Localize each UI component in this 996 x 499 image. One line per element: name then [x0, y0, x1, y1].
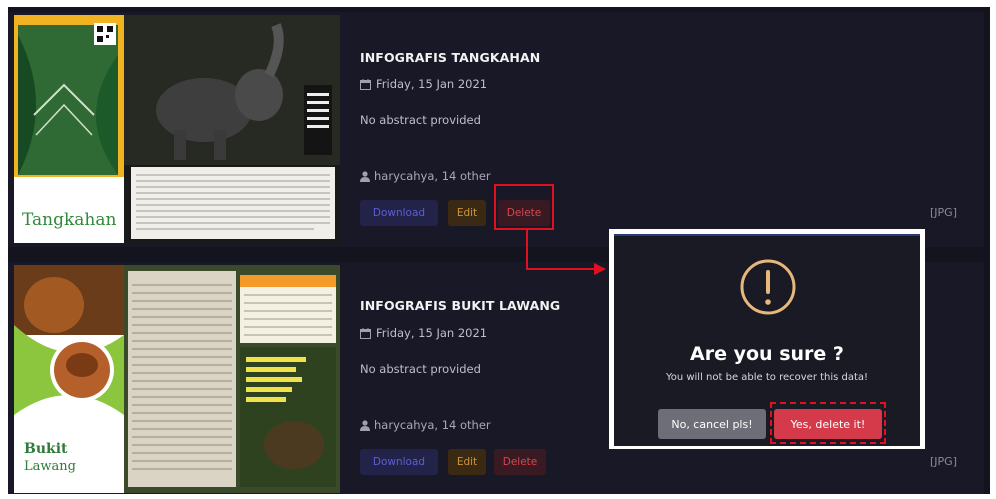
card-abstract: No abstract provided: [360, 113, 481, 127]
annotation-arrow-line: [526, 230, 528, 270]
download-button[interactable]: Download: [360, 200, 438, 226]
arrow-head-icon: [594, 263, 606, 275]
card-abstract: No abstract provided: [360, 362, 481, 376]
thumbnail-logo-text: Lawang: [24, 459, 76, 474]
thumbnail-logo-text: Tangkahan: [22, 210, 117, 230]
card-author-text: harycahya, 14 other: [374, 418, 491, 432]
dialog-title: Are you sure ?: [690, 343, 844, 365]
card-date-text: Friday, 15 Jan 2021: [376, 77, 488, 91]
confirm-dialog-frame: Are you sure ? You will not be able to r…: [609, 229, 925, 449]
calendar-icon: [360, 78, 371, 90]
card-date: Friday, 15 Jan 2021: [360, 326, 487, 340]
card-date: Friday, 15 Jan 2021: [360, 77, 487, 91]
document-thumbnail[interactable]: Bukit Lawang: [14, 265, 340, 493]
card-date-text: Friday, 15 Jan 2021: [376, 326, 488, 340]
confirm-highlight-box: [770, 402, 886, 444]
dialog-message: You will not be able to recover this dat…: [665, 372, 869, 383]
user-icon: [360, 419, 370, 431]
delete-highlight-box: [494, 184, 554, 230]
card-author-text: harycahya, 14 other: [374, 169, 491, 183]
file-type-badge: [JPG]: [930, 206, 957, 219]
file-type-badge: [JPG]: [930, 455, 957, 468]
cancel-button[interactable]: No, cancel pls!: [658, 409, 766, 439]
exclamation-circle-icon: [740, 259, 796, 315]
user-icon: [360, 170, 370, 182]
edit-button[interactable]: Edit: [448, 449, 486, 475]
card-title[interactable]: INFOGRAFIS TANGKAHAN: [360, 50, 540, 65]
delete-button[interactable]: Delete: [494, 449, 546, 475]
download-button[interactable]: Download: [360, 449, 438, 475]
card-title[interactable]: INFOGRAFIS BUKIT LAWANG: [360, 298, 560, 313]
calendar-icon: [360, 327, 371, 339]
card-author: harycahya, 14 other: [360, 418, 491, 432]
edit-button[interactable]: Edit: [448, 200, 486, 226]
confirm-dialog: Are you sure ? You will not be able to r…: [614, 234, 920, 446]
annotation-arrow-line: [526, 268, 596, 270]
card-author: harycahya, 14 other: [360, 169, 491, 183]
document-thumbnail[interactable]: Tangkahan: [14, 15, 340, 243]
thumbnail-logo-text: Bukit: [24, 441, 68, 457]
